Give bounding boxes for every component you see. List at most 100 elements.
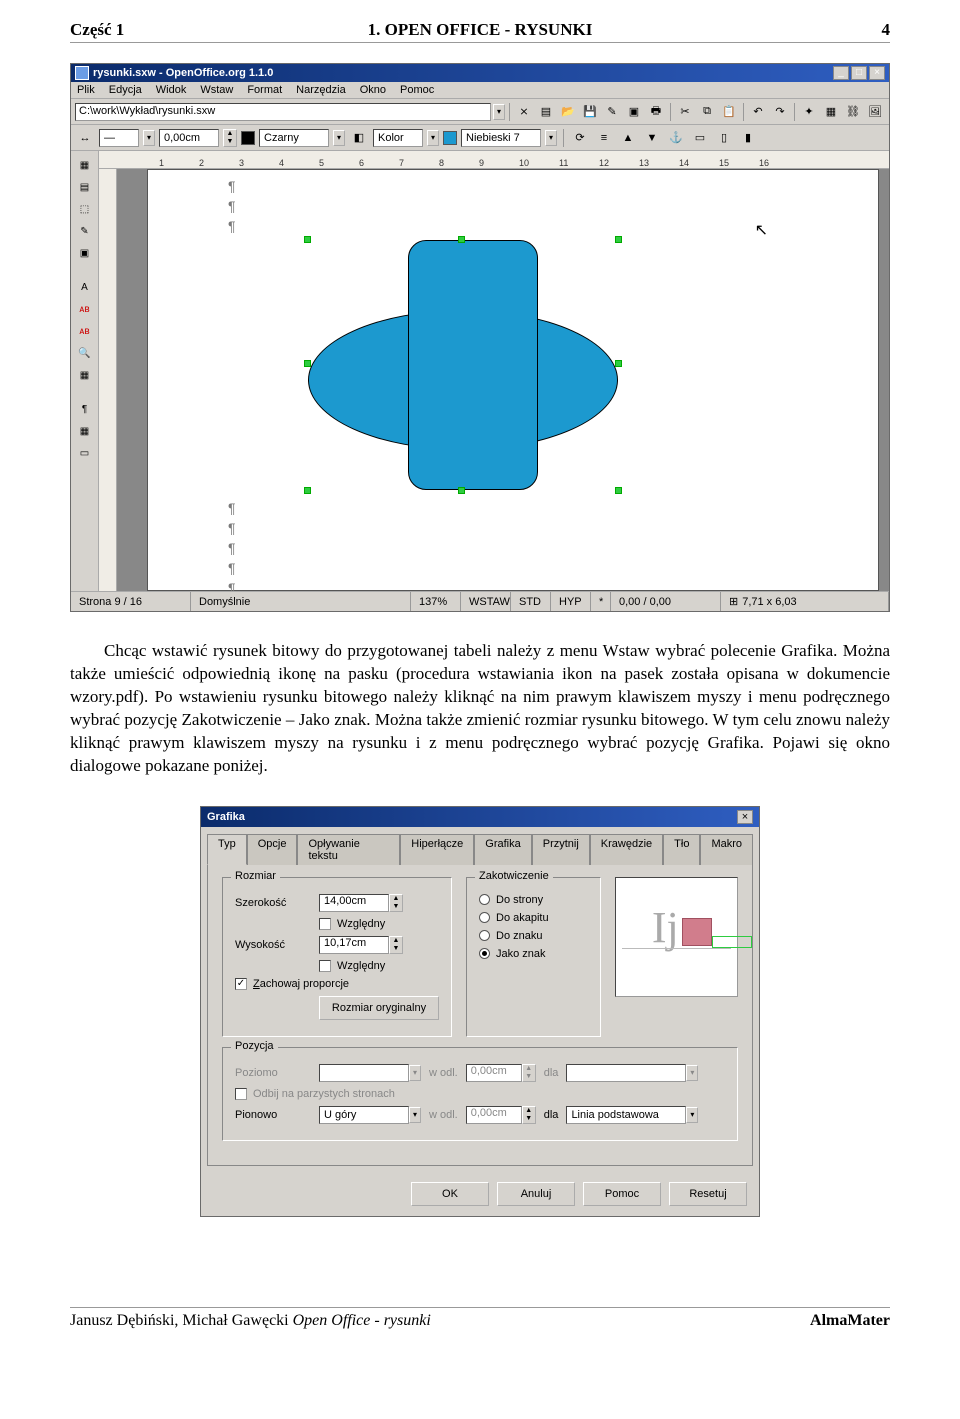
weblayout-icon[interactable]: ▭ [75, 443, 95, 463]
pdf-icon[interactable]: ▣ [624, 102, 644, 122]
text-icon[interactable]: A [75, 277, 95, 297]
nonprint-icon[interactable]: ¶ [75, 399, 95, 419]
tab-typ[interactable]: Typ [207, 834, 247, 865]
line-width-spin[interactable]: ▲▼ [223, 129, 237, 147]
navigator-icon[interactable]: ✦ [799, 102, 819, 122]
line-style-select[interactable]: — [99, 129, 139, 147]
find-icon[interactable]: 🔍 [75, 343, 95, 363]
stop-icon[interactable]: ⨯ [514, 102, 534, 122]
cancel-button[interactable]: Anuluj [497, 1182, 575, 1206]
line-style-dd[interactable]: ▾ [143, 130, 155, 146]
rounded-rect-shape[interactable] [408, 240, 538, 490]
wrap2-icon[interactable]: ▯ [714, 128, 734, 148]
rotate-icon[interactable]: ⟳ [570, 128, 590, 148]
resize-handle[interactable] [615, 360, 622, 367]
dialog-close-button[interactable]: × [737, 810, 753, 824]
menu-tools[interactable]: Narzędzia [296, 84, 346, 96]
print-icon[interactable]: 🖶 [646, 102, 666, 122]
menu-view[interactable]: Widok [156, 84, 187, 96]
tab-krawedzie[interactable]: Krawędzie [590, 834, 663, 865]
resize-handle[interactable] [615, 487, 622, 494]
tab-tlo[interactable]: Tło [663, 834, 700, 865]
resize-handle[interactable] [458, 236, 465, 243]
minimize-button[interactable]: _ [833, 66, 849, 80]
original-size-button[interactable]: Rozmiar oryginalny [319, 996, 439, 1020]
status-insert[interactable]: WSTAW [461, 592, 511, 611]
insert-icon[interactable]: ▦ [75, 155, 95, 175]
align-icon[interactable]: ≡ [594, 128, 614, 148]
tab-oplywanie[interactable]: Opływanie tekstu [297, 834, 400, 865]
document-canvas[interactable]: ¶ ¶ ¶ [117, 169, 889, 591]
paste-icon[interactable]: 📋 [719, 102, 739, 122]
close-button[interactable]: × [869, 66, 885, 80]
vert-ref-dd[interactable]: ▾ [686, 1107, 698, 1123]
object-icon[interactable]: ⬚ [75, 199, 95, 219]
to-back-icon[interactable]: ▼ [642, 128, 662, 148]
anchor-para-radio[interactable] [479, 912, 490, 923]
menu-help[interactable]: Pomoc [400, 84, 434, 96]
anchor-char-radio[interactable] [479, 930, 490, 941]
tab-opcje[interactable]: Opcje [247, 834, 298, 865]
form-icon[interactable]: ▣ [75, 243, 95, 263]
fill-type-dd[interactable]: ▾ [427, 130, 439, 146]
url-input[interactable]: C:\work\Wykład\rysunki.sxw [75, 103, 491, 121]
fill-type-select[interactable]: Kolor [373, 129, 423, 147]
vert-ref-select[interactable]: Linia podstawowa [566, 1106, 686, 1124]
open-icon[interactable]: 📂 [558, 102, 578, 122]
vert-dd[interactable]: ▾ [409, 1107, 421, 1123]
autospell-icon[interactable]: ᴀʙ [75, 321, 95, 341]
tab-hiperlacze[interactable]: Hiperłącze [400, 834, 474, 865]
fields-icon[interactable]: ▤ [75, 177, 95, 197]
status-hyp[interactable]: HYP [551, 592, 591, 611]
hyperlink-icon[interactable]: ⛓ [843, 102, 863, 122]
help-button[interactable]: Pomoc [583, 1182, 661, 1206]
menu-format[interactable]: Format [247, 84, 282, 96]
vert-select[interactable]: U góry [319, 1106, 409, 1124]
gallery-icon[interactable]: 🖼 [865, 102, 885, 122]
fill-color-dd[interactable]: ▾ [545, 130, 557, 146]
resize-handle[interactable] [304, 487, 311, 494]
arrow-icon[interactable]: ↔ [75, 128, 95, 148]
undo-icon[interactable]: ↶ [748, 102, 768, 122]
anchor-icon[interactable]: ⚓ [666, 128, 686, 148]
resize-handle[interactable] [304, 236, 311, 243]
tab-makro[interactable]: Makro [700, 834, 753, 865]
stylist-icon[interactable]: ▦ [821, 102, 841, 122]
line-color-select[interactable]: Czarny [259, 129, 329, 147]
resize-handle[interactable] [304, 360, 311, 367]
keep-ratio-check[interactable]: ✓ [235, 978, 247, 990]
anchor-page-radio[interactable] [479, 894, 490, 905]
edit-icon[interactable]: ✎ [602, 102, 622, 122]
menu-edit[interactable]: Edycja [109, 84, 142, 96]
menu-insert[interactable]: Wstaw [200, 84, 233, 96]
resize-handle[interactable] [615, 236, 622, 243]
height-input[interactable]: 10,17cm [319, 936, 389, 954]
new-icon[interactable]: ▤ [536, 102, 556, 122]
maximize-button[interactable]: □ [851, 66, 867, 80]
fill-color-swatch[interactable] [443, 131, 457, 145]
copy-icon[interactable]: ⧉ [697, 102, 717, 122]
horizontal-ruler[interactable]: 1 2 3 4 5 6 7 8 9 10 11 12 13 14 15 16 [99, 151, 889, 169]
status-style[interactable]: Domyślnie [191, 592, 411, 611]
status-zoom[interactable]: 137% [411, 592, 461, 611]
ok-button[interactable]: OK [411, 1182, 489, 1206]
datasource-icon[interactable]: ▦ [75, 365, 95, 385]
line-color-swatch[interactable] [241, 131, 255, 145]
vertical-ruler[interactable] [99, 169, 117, 591]
line-width-input[interactable]: 0,00cm [159, 129, 219, 147]
width-input[interactable]: 14,00cm [319, 894, 389, 912]
spell-icon[interactable]: ᴀʙ [75, 299, 95, 319]
reset-button[interactable]: Resetuj [669, 1182, 747, 1206]
wrap-icon[interactable]: ▭ [690, 128, 710, 148]
line-color-dd[interactable]: ▾ [333, 130, 345, 146]
anchor-aschar-radio[interactable] [479, 948, 490, 959]
redo-icon[interactable]: ↷ [770, 102, 790, 122]
resize-handle[interactable] [458, 487, 465, 494]
width-relative-check[interactable] [319, 918, 331, 930]
height-spin[interactable]: ▲▼ [389, 936, 403, 954]
graphics-icon[interactable]: ▦ [75, 421, 95, 441]
cut-icon[interactable]: ✂ [675, 102, 695, 122]
wrap3-icon[interactable]: ▮ [738, 128, 758, 148]
tab-przytnij[interactable]: Przytnij [532, 834, 590, 865]
menu-window[interactable]: Okno [360, 84, 386, 96]
